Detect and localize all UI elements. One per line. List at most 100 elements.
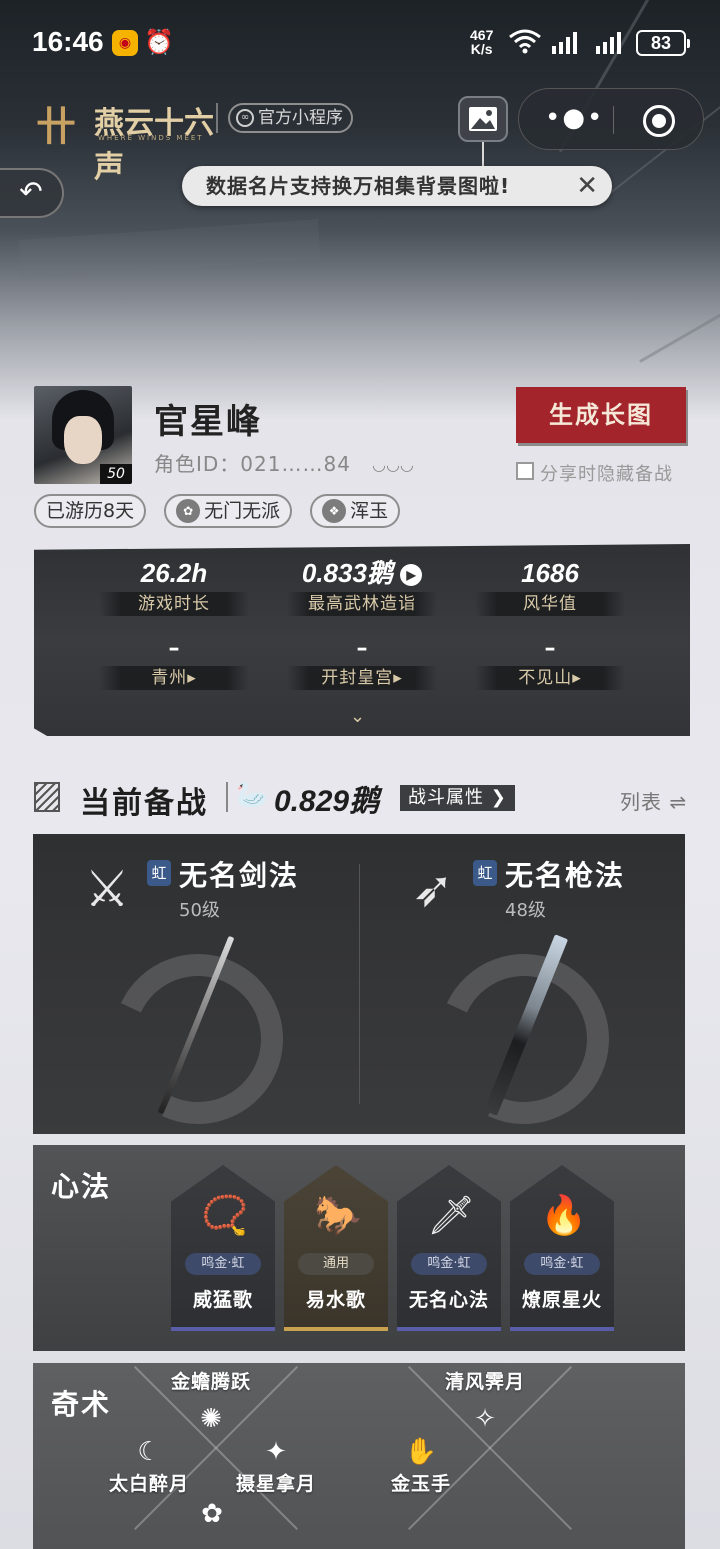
weapons-panel: ⚔ 虹 无名剑法 50级 ➶ 虹 无名枪法 48级: [33, 834, 685, 1148]
stat-max-score[interactable]: 0.833鹅 ▶ 最高武林造诣: [282, 558, 442, 616]
xinfa-card[interactable]: 🗡 鸣金·虹 无名心法: [397, 1165, 501, 1331]
link-icon: ∞: [236, 109, 254, 127]
xinfa-name: 无名心法: [408, 1289, 489, 1311]
stat-region-1[interactable]: – 青州▸: [94, 636, 254, 690]
status-time: 16:46: [32, 26, 104, 57]
weapon-card[interactable]: ➶ 虹 无名枪法 48级: [359, 834, 685, 1148]
region-2-value: –: [356, 636, 368, 661]
capsule-divider: [613, 106, 614, 134]
xinfa-card[interactable]: 🐎 通用 易水歌: [284, 1165, 388, 1331]
tag-travel-days: 已游历8天: [34, 494, 147, 528]
qishu-skill[interactable]: ✋ 金玉手: [391, 1435, 451, 1496]
network-speed-unit: K/s: [470, 41, 493, 57]
region-3-label: 不见山▸: [475, 666, 625, 690]
hide-battle-checkbox[interactable]: [516, 462, 534, 480]
tag-sect[interactable]: ✿ 无门无派: [164, 494, 293, 528]
close-miniprogram-icon[interactable]: [643, 105, 675, 137]
stat-play-time: 26.2h 游戏时长: [94, 558, 254, 616]
back-button[interactable]: ↶: [0, 168, 64, 218]
xinfa-panel: 心法 📿 鸣金·虹 威猛歌 🐎 通用 易水歌 🗡 鸣金·虹 无名心法 🔥 鸣金·…: [33, 1145, 685, 1351]
battery-indicator: 83: [636, 30, 690, 56]
xinfa-name: 易水歌: [305, 1289, 366, 1311]
eye-closed-icon[interactable]: ◡◡◡: [372, 455, 414, 474]
lotus-icon: ✿: [201, 1499, 223, 1529]
rank-badge: 虹: [147, 860, 171, 886]
region-1-value: –: [168, 636, 180, 661]
drunk-moon-icon: ☾: [137, 1437, 161, 1467]
rank-badge: 虹: [473, 860, 497, 886]
generate-long-image-button[interactable]: 生成长图: [516, 387, 686, 443]
qishu-skill[interactable]: 金蟾腾跃 ✺: [171, 1367, 251, 1436]
max-score-label: 最高武林造诣: [287, 592, 437, 616]
horse-icon: 🐎: [314, 1193, 362, 1237]
flaming-blade-icon: 🔥: [540, 1193, 588, 1237]
list-toggle-button[interactable]: 列表 ⇌: [620, 786, 687, 815]
expand-chevron-icon[interactable]: ⌄: [350, 706, 365, 727]
beads-icon: 📿: [201, 1193, 249, 1237]
region-3-name: 不见山: [518, 668, 573, 688]
weapon-card[interactable]: ⚔ 虹 无名剑法 50级: [33, 834, 359, 1148]
xinfa-name: 燎原星火: [521, 1289, 602, 1311]
battle-section-icon: [34, 782, 60, 812]
qishu-title: 奇术: [51, 1388, 112, 1421]
spear-type-icon: ➶: [412, 860, 454, 918]
close-icon[interactable]: ✕: [576, 166, 598, 206]
star-grab-icon: ✦: [265, 1437, 287, 1467]
xinfa-card[interactable]: 📿 鸣金·虹 威猛歌: [171, 1165, 275, 1331]
background-gallery-button[interactable]: [458, 96, 508, 142]
tag-rank[interactable]: ❖ 浑玉: [310, 494, 401, 528]
image-icon: [469, 107, 497, 131]
rarity-bar: [171, 1327, 275, 1331]
play-icon[interactable]: ▶: [400, 564, 423, 586]
title-divider: [216, 103, 218, 133]
region-2-label: 开封皇宫▸: [287, 666, 437, 690]
level-badge: 50: [100, 464, 132, 484]
xinfa-card[interactable]: 🔥 鸣金·虹 燎原星火: [510, 1165, 614, 1331]
xinfa-badge: 通用: [298, 1253, 374, 1275]
logo-subtitle: WHERE WINDS MEET: [98, 134, 204, 142]
weapon-name: 无名枪法: [505, 859, 626, 892]
avatar-face: [64, 416, 102, 464]
tip-pointer: [482, 142, 484, 168]
profile-tags: 已游历8天 ✿ 无门无派 ❖ 浑玉: [34, 494, 401, 528]
play-time-label: 游戏时长: [99, 592, 249, 616]
chevron-right-icon: ▸: [187, 668, 197, 688]
branch-decoration: [639, 300, 720, 363]
qishu-skill[interactable]: 清风霁月 ✧: [445, 1367, 525, 1436]
tag-label: 无门无派: [204, 500, 281, 522]
tip-banner: 数据名片支持换万相集背景图啦! ✕: [182, 166, 612, 206]
qishu-panel: 奇术 金蟾腾跃 ✺ ☾ 太白醉月 ✦ 摄星拿月 清风霁月 ✧ ✋ 金玉手 ✿: [33, 1363, 685, 1549]
miniprogram-capsule: •●•: [518, 88, 704, 150]
rarity-bar: [397, 1327, 501, 1331]
play-time-value: 26.2h: [140, 558, 208, 588]
hide-battle-label[interactable]: 分享时隐藏备战: [540, 460, 673, 486]
official-miniprogram-tag[interactable]: ∞ 官方小程序: [228, 103, 353, 133]
sword-pendant-icon: 🗡: [427, 1193, 476, 1237]
weapon-level: 48级: [505, 900, 546, 921]
stat-region-2[interactable]: – 开封皇宫▸: [282, 636, 442, 690]
back-arrow-icon: ↶: [19, 175, 43, 208]
avatar[interactable]: 50: [34, 386, 132, 484]
mist-decoration: [18, 219, 321, 280]
jade-hand-icon: ✋: [404, 1437, 438, 1467]
ink-ring-decoration: [89, 930, 307, 1148]
battle-attributes-button[interactable]: 战斗属性 ❯: [400, 785, 515, 811]
qishu-skill-partial[interactable]: ✿: [195, 1497, 229, 1531]
qishu-skill[interactable]: ✦ 摄星拿月: [236, 1435, 316, 1496]
network-speed-value: 467: [470, 27, 494, 43]
rarity-bar: [510, 1327, 614, 1331]
region-2-name: 开封皇宫: [321, 668, 394, 688]
xinfa-badge: 鸣金·虹: [185, 1253, 261, 1275]
skill-name: 摄星拿月: [236, 1473, 317, 1495]
more-icon[interactable]: •●•: [545, 103, 604, 133]
skill-name: 金蟾腾跃: [171, 1371, 252, 1393]
sword-type-icon: ⚔: [84, 860, 130, 918]
sect-icon: ✿: [176, 499, 201, 523]
stat-region-3[interactable]: – 不见山▸: [470, 636, 630, 690]
weibo-icon: ◉: [112, 30, 138, 56]
tip-text: 数据名片支持换万相集背景图啦!: [206, 174, 511, 198]
qishu-skill[interactable]: ☾ 太白醉月: [109, 1435, 189, 1496]
game-logo: 卄 燕云十六声 WHERE WINDS MEET: [36, 92, 216, 185]
xinfa-name: 威猛歌: [192, 1289, 253, 1311]
region-1-name: 青州: [151, 668, 188, 688]
